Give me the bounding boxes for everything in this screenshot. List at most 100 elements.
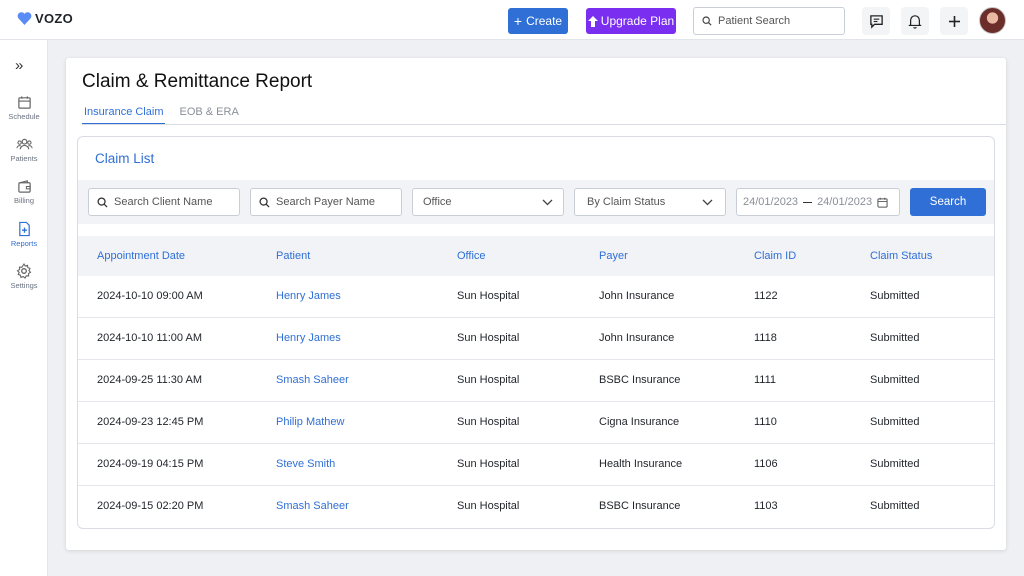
table-row[interactable]: 2024-09-25 11:30 AM Smash Saheer Sun Hos… [78,360,994,402]
chevron-down-icon [542,199,553,205]
column-header-appointment-date[interactable]: Appointment Date [97,250,185,262]
calendar-icon [17,96,31,109]
patient-link[interactable]: Smash Saheer [276,374,349,386]
patient-link[interactable]: Henry James [276,332,341,344]
page-title: Claim & Remittance Report [82,71,313,92]
chat-icon [869,14,883,29]
sidebar-item-schedule[interactable]: Schedule [0,95,48,129]
logo[interactable]: VOZO [17,11,73,26]
column-header-payer[interactable]: Payer [599,250,628,262]
payer-cell: BSBC Insurance [599,500,681,512]
appointment-date-cell: 2024-10-10 09:00 AM [97,290,203,302]
user-avatar[interactable] [979,7,1006,34]
table-row[interactable]: 2024-09-19 04:15 PM Steve Smith Sun Hosp… [78,444,994,486]
office-cell: Sun Hospital [457,374,520,386]
sidebar-item-patients[interactable]: Patients [0,137,48,171]
create-button[interactable]: + Create [508,8,568,34]
claim-list-card: Claim List Office By Claim Status 24/01/… [77,136,995,529]
date-range-picker[interactable]: 24/01/2023 24/01/2023 [736,188,900,216]
search-icon [702,16,712,26]
claim-id-cell: 1122 [754,290,778,302]
claim-status-cell: Submitted [870,374,920,386]
client-search-input[interactable] [114,196,232,208]
chevron-down-icon [702,199,713,205]
search-icon [259,196,270,208]
claim-status-select[interactable]: By Claim Status [574,188,726,216]
search-icon [97,196,108,208]
column-header-patient[interactable]: Patient [276,250,310,262]
heart-logo-icon [17,12,32,25]
upgrade-plan-button[interactable]: Upgrade Plan [586,8,676,34]
payer-cell: Health Insurance [599,458,683,470]
office-cell: Sun Hospital [457,458,520,470]
create-button-label: Create [526,14,563,28]
plus-icon: + [513,13,523,29]
appointment-date-cell: 2024-09-23 12:45 PM [97,416,204,428]
bell-icon [908,14,922,29]
date-to: 24/01/2023 [817,196,873,208]
tab-eob-era[interactable]: EOB & ERA [177,103,240,125]
tabs-divider [82,124,1006,125]
table-row[interactable]: 2024-10-10 09:00 AM Henry James Sun Hosp… [78,276,994,318]
gear-icon [16,263,32,279]
filter-bar: Office By Claim Status 24/01/2023 24/01/… [78,180,994,224]
table-row[interactable]: 2024-09-23 12:45 PM Philip Mathew Sun Ho… [78,402,994,444]
office-select-value: Office [423,196,452,208]
patient-link[interactable]: Smash Saheer [276,500,349,512]
notifications-button[interactable] [901,7,929,35]
appointment-date-cell: 2024-09-15 02:20 PM [97,500,204,512]
patient-search-input[interactable] [718,15,838,27]
client-search-field[interactable] [88,188,240,216]
appointment-date-cell: 2024-09-25 11:30 AM [97,374,202,386]
sidebar-item-settings[interactable]: Settings [0,263,48,297]
top-bar: VOZO + Create Upgrade Plan [0,0,1024,40]
office-select[interactable]: Office [412,188,564,216]
claim-status-cell: Submitted [870,290,920,302]
office-cell: Sun Hospital [457,500,520,512]
sidebar-item-reports[interactable]: Reports [0,221,48,255]
payer-cell: Cigna Insurance [599,416,680,428]
payer-cell: John Insurance [599,290,675,302]
claim-list-title: Claim List [95,151,155,166]
claim-status-cell: Submitted [870,458,920,470]
patient-search-box[interactable] [693,7,845,35]
column-header-office[interactable]: Office [457,250,486,262]
column-header-claim-id[interactable]: Claim ID [754,250,796,262]
messages-button[interactable] [862,7,890,35]
claim-id-cell: 1110 [754,416,777,428]
claim-status-cell: Submitted [870,500,920,512]
claim-status-cell: Submitted [870,416,920,428]
search-button[interactable]: Search [910,188,986,216]
wallet-icon [17,180,31,193]
patient-link[interactable]: Steve Smith [276,458,335,470]
table-row[interactable]: 2024-09-15 02:20 PM Smash Saheer Sun Hos… [78,486,994,528]
add-button[interactable] [940,7,968,35]
payer-cell: John Insurance [599,332,675,344]
calendar-icon[interactable] [877,197,888,208]
sidebar-item-label: Reports [10,239,38,248]
plus-icon [948,15,960,27]
report-icon [18,221,30,237]
tab-insurance-claim[interactable]: Insurance Claim [82,103,166,125]
expand-sidebar-icon[interactable]: » [15,57,23,74]
report-panel: Claim & Remittance Report Insurance Clai… [66,58,1006,550]
users-icon [15,138,33,150]
column-header-claim-status[interactable]: Claim Status [870,250,932,262]
sidebar-item-billing[interactable]: Billing [0,179,48,213]
claim-id-cell: 1111 [754,374,777,386]
patient-link[interactable]: Henry James [276,290,341,302]
payer-cell: BSBC Insurance [599,374,681,386]
table-header: Appointment Date Patient Office Payer Cl… [78,236,994,276]
appointment-date-cell: 2024-10-10 11:00 AM [97,332,202,344]
arrow-up-icon [587,15,598,27]
sidebar-item-label: Billing [13,196,34,205]
table-row[interactable]: 2024-10-10 11:00 AM Henry James Sun Hosp… [78,318,994,360]
date-from: 24/01/2023 [743,196,799,208]
payer-search-field[interactable] [250,188,402,216]
claim-id-cell: 1103 [754,500,778,512]
claim-status-cell: Submitted [870,332,920,344]
sidebar-item-label: Settings [10,281,38,290]
patient-link[interactable]: Philip Mathew [276,416,344,428]
office-cell: Sun Hospital [457,290,520,302]
payer-search-input[interactable] [276,196,394,208]
